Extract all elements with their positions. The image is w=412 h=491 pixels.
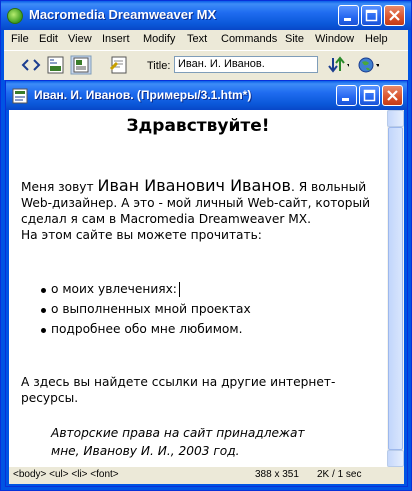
links-paragraph: А здесь вы найдете ссылки на другие инте…: [21, 375, 336, 405]
document-toolbar: Title: Иван. И. Иванов.: [4, 50, 408, 80]
file-management-icon[interactable]: [327, 55, 349, 75]
validate-icon[interactable]: [108, 55, 130, 75]
scroll-thumb[interactable]: [388, 127, 403, 450]
scroll-up-button[interactable]: [387, 110, 404, 127]
close-icon: [387, 90, 398, 101]
menubar: File Edit View Insert Modify Text Comman…: [4, 30, 408, 50]
list-item-text: о моих увлечениях:: [51, 282, 177, 296]
minimize-icon: [344, 18, 351, 21]
maximize-icon: [365, 9, 378, 22]
doc-maximize-button[interactable]: [359, 85, 380, 106]
app-titlebar: Macromedia Dreamweaver MX: [1, 1, 411, 30]
dreamweaver-window: Macromedia Dreamweaver MX File Edit View…: [0, 0, 412, 491]
title-label: Title:: [147, 60, 171, 72]
topics-list: о моих увлечениях: о выполненных мной пр…: [39, 279, 251, 339]
download-stats: 2K / 1 sec: [317, 469, 362, 480]
preview-globe-icon[interactable]: [357, 55, 379, 75]
menu-view[interactable]: View: [68, 33, 92, 45]
intro-paragraph: Меня зовут Иван Иванович Иванов. Я вольн…: [21, 178, 381, 243]
document-title: Иван. И. Иванов. (Примеры/3.1.htm*): [34, 88, 252, 102]
design-view-icon[interactable]: [70, 55, 92, 75]
menu-help[interactable]: Help: [365, 33, 388, 45]
list-item-text: подробнее обо мне любимом.: [51, 322, 243, 336]
close-button[interactable]: [384, 5, 405, 26]
minimize-button[interactable]: [338, 5, 359, 26]
minimize-icon: [342, 98, 349, 101]
copyright-line1: Авторские права на сайт принадлежат: [51, 426, 305, 440]
page-heading: Здравствуйте!: [126, 116, 270, 136]
title-input[interactable]: Иван. И. Иванов.: [174, 56, 318, 73]
design-view-canvas[interactable]: Здравствуйте! Меня зовут Иван Иванович И…: [9, 110, 387, 467]
scroll-down-button[interactable]: [387, 450, 404, 467]
list-item: подробнее обо мне любимом.: [39, 319, 251, 339]
copyright-line2: мне, Иванову И. И., 2003 год.: [51, 444, 240, 458]
intro-prefix: Меня зовут: [21, 180, 98, 194]
menu-insert[interactable]: Insert: [102, 33, 130, 45]
split-view-icon[interactable]: [45, 55, 67, 75]
author-name: Иван Иванович Иванов: [97, 176, 291, 195]
menu-window[interactable]: Window: [315, 33, 354, 45]
app-title: Macromedia Dreamweaver MX: [29, 7, 217, 22]
list-item: о выполненных мной проектах: [39, 299, 251, 319]
menu-file[interactable]: File: [11, 33, 29, 45]
code-view-icon[interactable]: [20, 55, 42, 75]
menu-edit[interactable]: Edit: [39, 33, 58, 45]
app-icon: [7, 8, 23, 24]
text-cursor: [178, 282, 180, 297]
intro-line2: На этом сайте вы можете прочитать:: [21, 228, 262, 242]
status-bar: <body> <ul> <li> <font> 388 x 351 2K / 1…: [9, 467, 404, 484]
close-icon: [389, 10, 400, 21]
tag-selector[interactable]: <body> <ul> <li> <font>: [13, 469, 119, 480]
list-item: о моих увлечениях:: [39, 279, 251, 299]
maximize-button[interactable]: [361, 5, 382, 26]
document-titlebar: Иван. И. Иванов. (Примеры/3.1.htm*): [6, 81, 407, 110]
menu-modify[interactable]: Modify: [143, 33, 175, 45]
list-item-text: о выполненных мной проектах: [51, 302, 251, 316]
window-size-menu[interactable]: 388 x 351: [255, 469, 299, 480]
document-icon: [12, 88, 28, 104]
menu-commands[interactable]: Commands: [221, 33, 277, 45]
maximize-icon: [363, 89, 376, 102]
menu-site[interactable]: Site: [285, 33, 304, 45]
copyright-note: Авторские права на сайт принадлежат мне,…: [51, 424, 305, 460]
menu-text[interactable]: Text: [187, 33, 207, 45]
doc-close-button[interactable]: [382, 85, 403, 106]
doc-minimize-button[interactable]: [336, 85, 357, 106]
vertical-scrollbar[interactable]: [387, 110, 404, 467]
document-window: Иван. И. Иванов. (Примеры/3.1.htm*) Здра…: [5, 80, 408, 487]
